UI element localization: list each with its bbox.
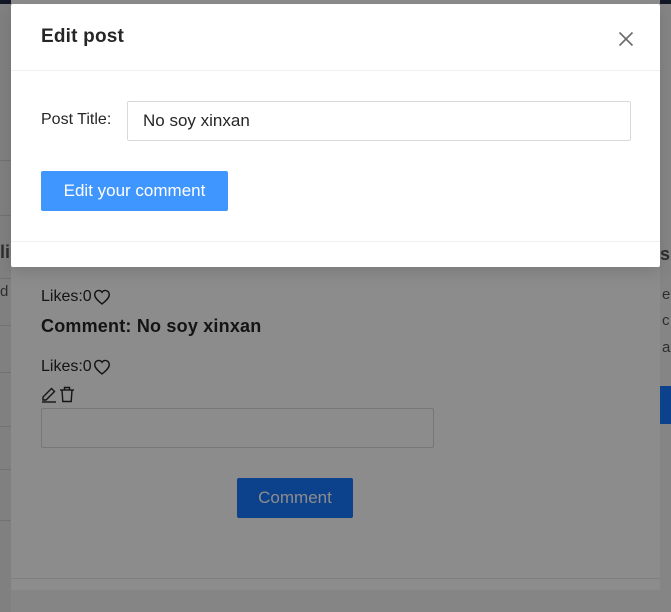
- label-colon: :: [106, 111, 112, 128]
- edit-comment-button[interactable]: Edit your comment: [41, 171, 228, 211]
- post-title-input[interactable]: [127, 101, 631, 141]
- edit-post-modal: Edit post Post Title: Edit your comment: [11, 4, 660, 267]
- modal-footer-divider: [11, 241, 660, 242]
- post-title-row: Post Title:: [41, 101, 631, 141]
- modal-header: Edit post: [11, 4, 660, 71]
- post-title-label-text: Post Title: [41, 111, 107, 128]
- post-title-label: Post Title:: [41, 111, 111, 129]
- close-button[interactable]: [611, 24, 641, 54]
- modal-title: Edit post: [41, 26, 125, 47]
- close-icon: [618, 31, 634, 47]
